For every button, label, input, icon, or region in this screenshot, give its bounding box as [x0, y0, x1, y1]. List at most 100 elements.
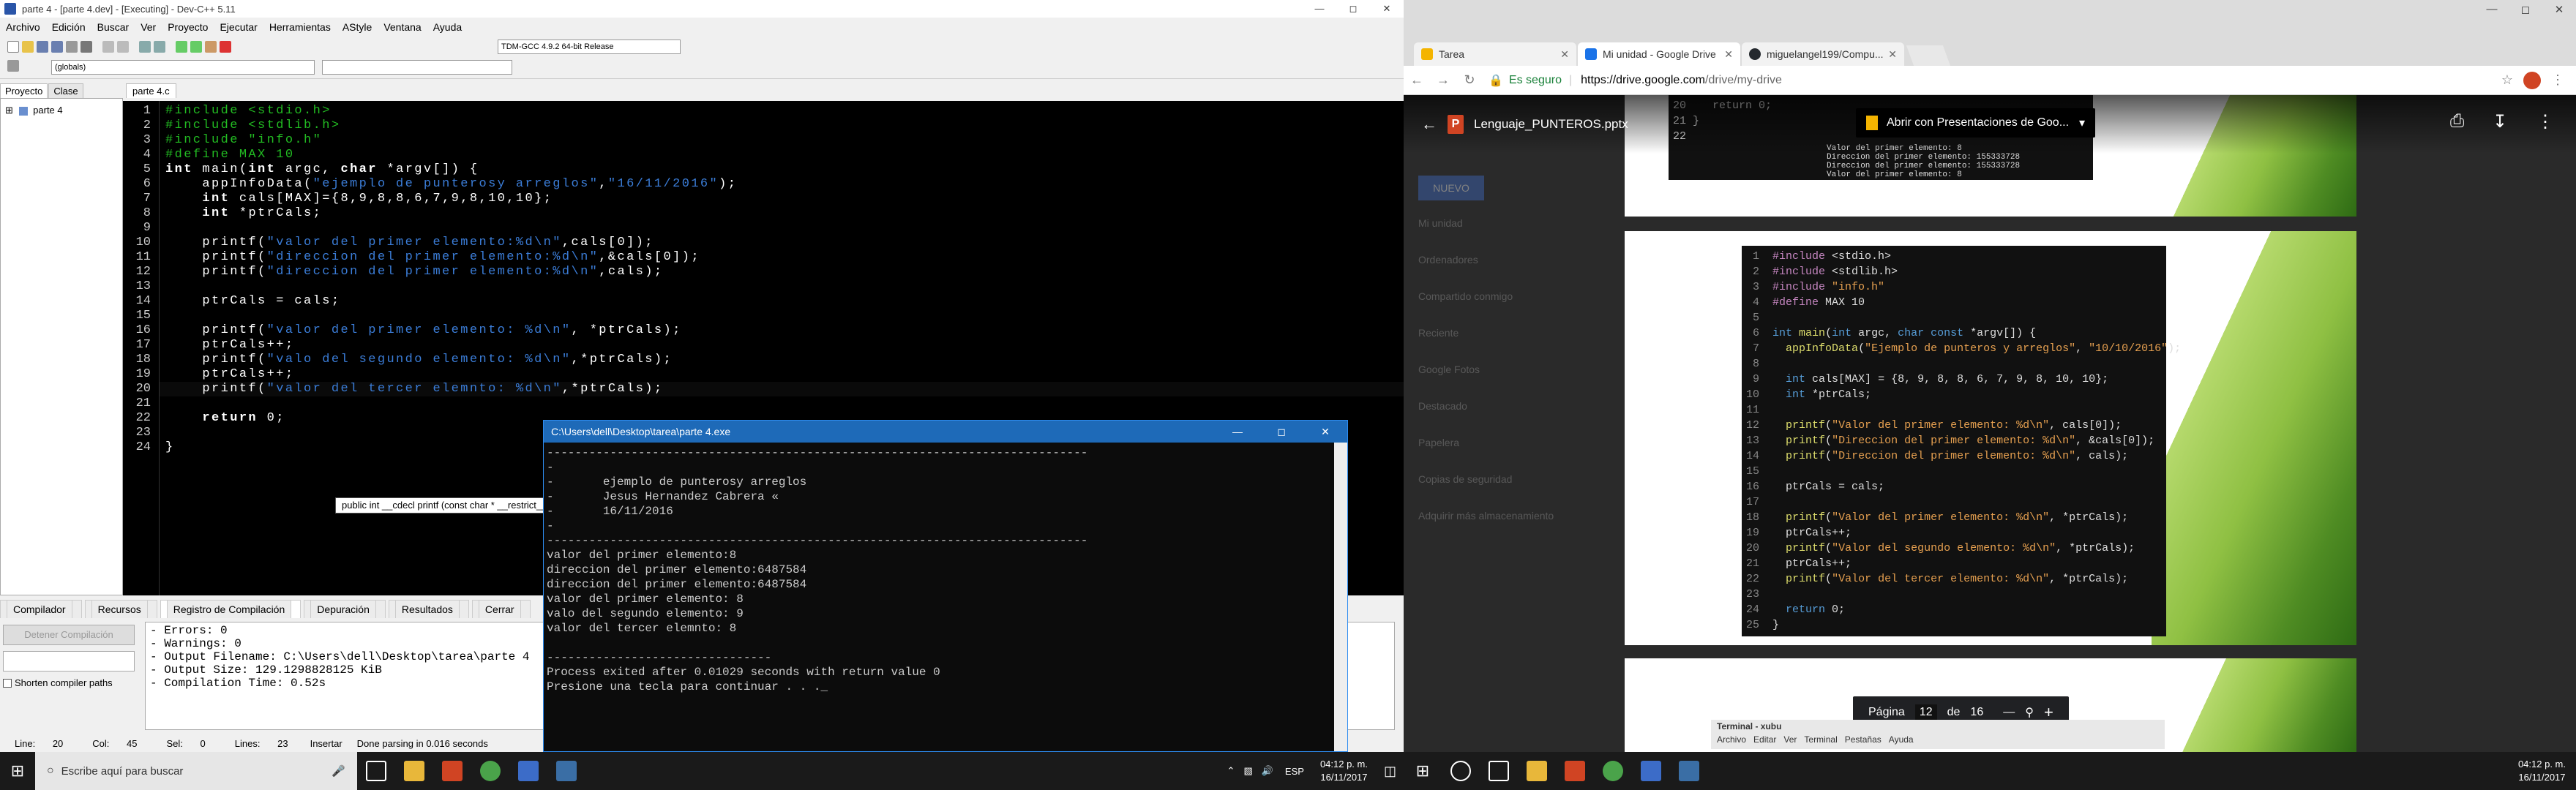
back-arrow-icon[interactable]: ← — [1421, 115, 1437, 134]
reload-icon[interactable]: ↻ — [1456, 72, 1483, 88]
chrome-icon[interactable] — [480, 761, 501, 781]
tab-resultados[interactable]: Resultados — [388, 599, 469, 618]
taskbar-search[interactable]: ○ Escribe aquí para buscar 🎤 — [35, 752, 357, 790]
tree-expand-icon[interactable]: ⊞ — [5, 105, 13, 116]
network-icon[interactable]: ▧ — [1243, 765, 1252, 777]
code-line[interactable]: #define MAX 10 — [165, 148, 294, 162]
devcpp-taskbar-icon[interactable] — [1641, 761, 1661, 781]
console-minimize-button[interactable]: — — [1216, 426, 1259, 438]
lock-icon[interactable]: 🔒 — [1489, 73, 1503, 88]
print-icon[interactable] — [80, 41, 92, 53]
stop-icon[interactable] — [220, 41, 231, 53]
back-icon[interactable]: ← — [1404, 72, 1430, 88]
console-close-button[interactable]: ✕ — [1303, 426, 1347, 438]
powerpoint-icon[interactable] — [442, 761, 463, 781]
code-line[interactable]: printf("valor del primer elemento: %d\n"… — [165, 323, 682, 338]
volume-icon[interactable]: 🔊 — [1262, 765, 1273, 777]
chrome-close-button[interactable]: ✕ — [2542, 3, 2576, 16]
microphone-icon[interactable]: 🎤 — [332, 764, 345, 778]
close-tab-icon[interactable]: ✕ — [1888, 48, 1897, 61]
new-file-icon[interactable] — [7, 41, 19, 53]
console-maximize-button[interactable]: ◻ — [1259, 426, 1303, 438]
close-button[interactable]: ✕ — [1370, 3, 1404, 15]
secure-label[interactable]: Es seguro — [1509, 74, 1562, 87]
code-line[interactable]: printf("valor del primer elemento:%d\n",… — [165, 236, 654, 250]
notification-icon[interactable]: ◫ — [1384, 764, 1396, 779]
menu-astyle[interactable]: AStyle — [337, 21, 378, 33]
print-icon[interactable]: ⎙ — [2450, 111, 2464, 132]
undo-icon[interactable] — [102, 41, 114, 53]
symbol-select[interactable] — [322, 60, 512, 75]
class-browser-icon[interactable] — [7, 60, 19, 72]
save-icon[interactable] — [37, 41, 48, 53]
abort-compilation-button[interactable]: Detener Compilación — [3, 625, 135, 645]
chrome-maximize-button[interactable]: ◻ — [2509, 3, 2542, 16]
bookmark-star-icon[interactable]: ☆ — [2501, 72, 2513, 88]
compile-run-icon[interactable] — [205, 41, 217, 53]
tab-recursos[interactable]: Recursos — [84, 599, 157, 618]
cortana-icon[interactable] — [1450, 761, 1471, 781]
close-file-icon[interactable] — [66, 41, 78, 53]
menu-ver[interactable]: Ver — [135, 21, 162, 33]
tab-proyecto[interactable]: Proyecto — [0, 83, 48, 98]
console-taskbar-icon[interactable] — [1679, 761, 1699, 781]
menu-ayuda[interactable]: Ayuda — [427, 21, 468, 33]
chrome-menu-icon[interactable]: ⋮ — [2551, 72, 2564, 88]
powerpoint-icon[interactable] — [1565, 761, 1585, 781]
start-windows-icon[interactable]: ⊞ — [0, 761, 35, 780]
code-line[interactable]: } — [165, 440, 175, 455]
redo-icon[interactable] — [117, 41, 129, 53]
code-line[interactable]: printf("valo del segundo elemento: %d\n"… — [165, 353, 673, 367]
code-line[interactable]: int *ptrCals; — [165, 206, 322, 221]
chrome-icon[interactable] — [1603, 761, 1623, 781]
devcpp-taskbar-icon[interactable] — [518, 761, 539, 781]
zoom-out-icon[interactable]: — — [2003, 706, 2015, 719]
shorten-paths-checkbox[interactable] — [3, 678, 12, 688]
pager-current[interactable]: 12 — [1914, 704, 1937, 721]
clock[interactable]: 04:12 p. m. 16/11/2017 — [2518, 758, 2566, 784]
extension-icon[interactable] — [2523, 71, 2541, 89]
task-view-icon[interactable] — [366, 761, 386, 781]
code-line[interactable]: ptrCals = cals; — [165, 294, 340, 309]
code-line[interactable]: #include "info.h" — [165, 133, 322, 148]
scope-select[interactable]: (globals) — [51, 60, 315, 75]
minimize-button[interactable]: — — [1303, 3, 1336, 15]
code-line[interactable]: ptrCals++; — [165, 367, 294, 382]
chrome-minimize-button[interactable]: — — [2475, 3, 2509, 16]
compiler-select[interactable]: TDM-GCC 4.9.2 64-bit Release — [498, 40, 681, 54]
menu-ejecutar[interactable]: Ejecutar — [214, 21, 263, 33]
code-line[interactable]: printf("direccion del primer elemento:%d… — [165, 265, 664, 279]
find-icon[interactable] — [139, 41, 151, 53]
zoom-icon[interactable]: ⚲ — [2025, 705, 2034, 720]
menu-ventana[interactable]: Ventana — [378, 21, 427, 33]
menu-proyecto[interactable]: Proyecto — [162, 21, 214, 33]
start-windows-icon[interactable]: ⊞ — [1404, 761, 1442, 780]
menu-buscar[interactable]: Buscar — [91, 21, 135, 33]
code-line[interactable]: #include <stdlib.h> — [165, 118, 340, 133]
menu-archivo[interactable]: Archivo — [0, 21, 46, 33]
console-scrollbar[interactable] — [1334, 443, 1347, 751]
forward-icon[interactable]: → — [1430, 72, 1456, 88]
clock[interactable]: 04:12 p. m. 16/11/2017 — [1320, 758, 1368, 784]
save-all-icon[interactable] — [51, 41, 63, 53]
code-line[interactable]: printf("valor del tercer elemnto: %d\n",… — [165, 382, 664, 396]
chrome-tab-github[interactable]: miguelangel199/Compu... ✕ — [1742, 42, 1904, 66]
close-tab-icon[interactable]: ✕ — [1560, 48, 1569, 61]
close-tab-icon[interactable]: ✕ — [1724, 48, 1733, 61]
tab-parte4c[interactable]: parte 4.c — [126, 83, 176, 98]
tab-depuracion[interactable]: Depuración — [304, 599, 386, 618]
download-icon[interactable]: ↧ — [2493, 111, 2507, 132]
code-line[interactable]: printf("direccion del primer elemento:%d… — [165, 250, 700, 265]
task-view-icon[interactable] — [1489, 761, 1509, 781]
shorten-paths-option[interactable]: Shorten compiler paths — [3, 677, 139, 688]
tray-chevron-icon[interactable]: ⌃ — [1227, 765, 1235, 777]
open-icon[interactable] — [22, 41, 34, 53]
chrome-tab-drive[interactable]: Mi unidad - Google Drive ✕ — [1578, 42, 1740, 66]
menu-edicion[interactable]: Edición — [46, 21, 91, 33]
code-line[interactable]: #include <stdio.h> — [165, 104, 332, 118]
tab-compilador[interactable]: Compilador — [0, 599, 82, 618]
language-indicator[interactable]: ESP — [1285, 766, 1304, 777]
file-explorer-icon[interactable] — [404, 761, 424, 781]
menu-herramientas[interactable]: Herramientas — [263, 21, 337, 33]
url-input[interactable]: https://drive.google.com/drive/my-drive — [1581, 74, 1782, 87]
